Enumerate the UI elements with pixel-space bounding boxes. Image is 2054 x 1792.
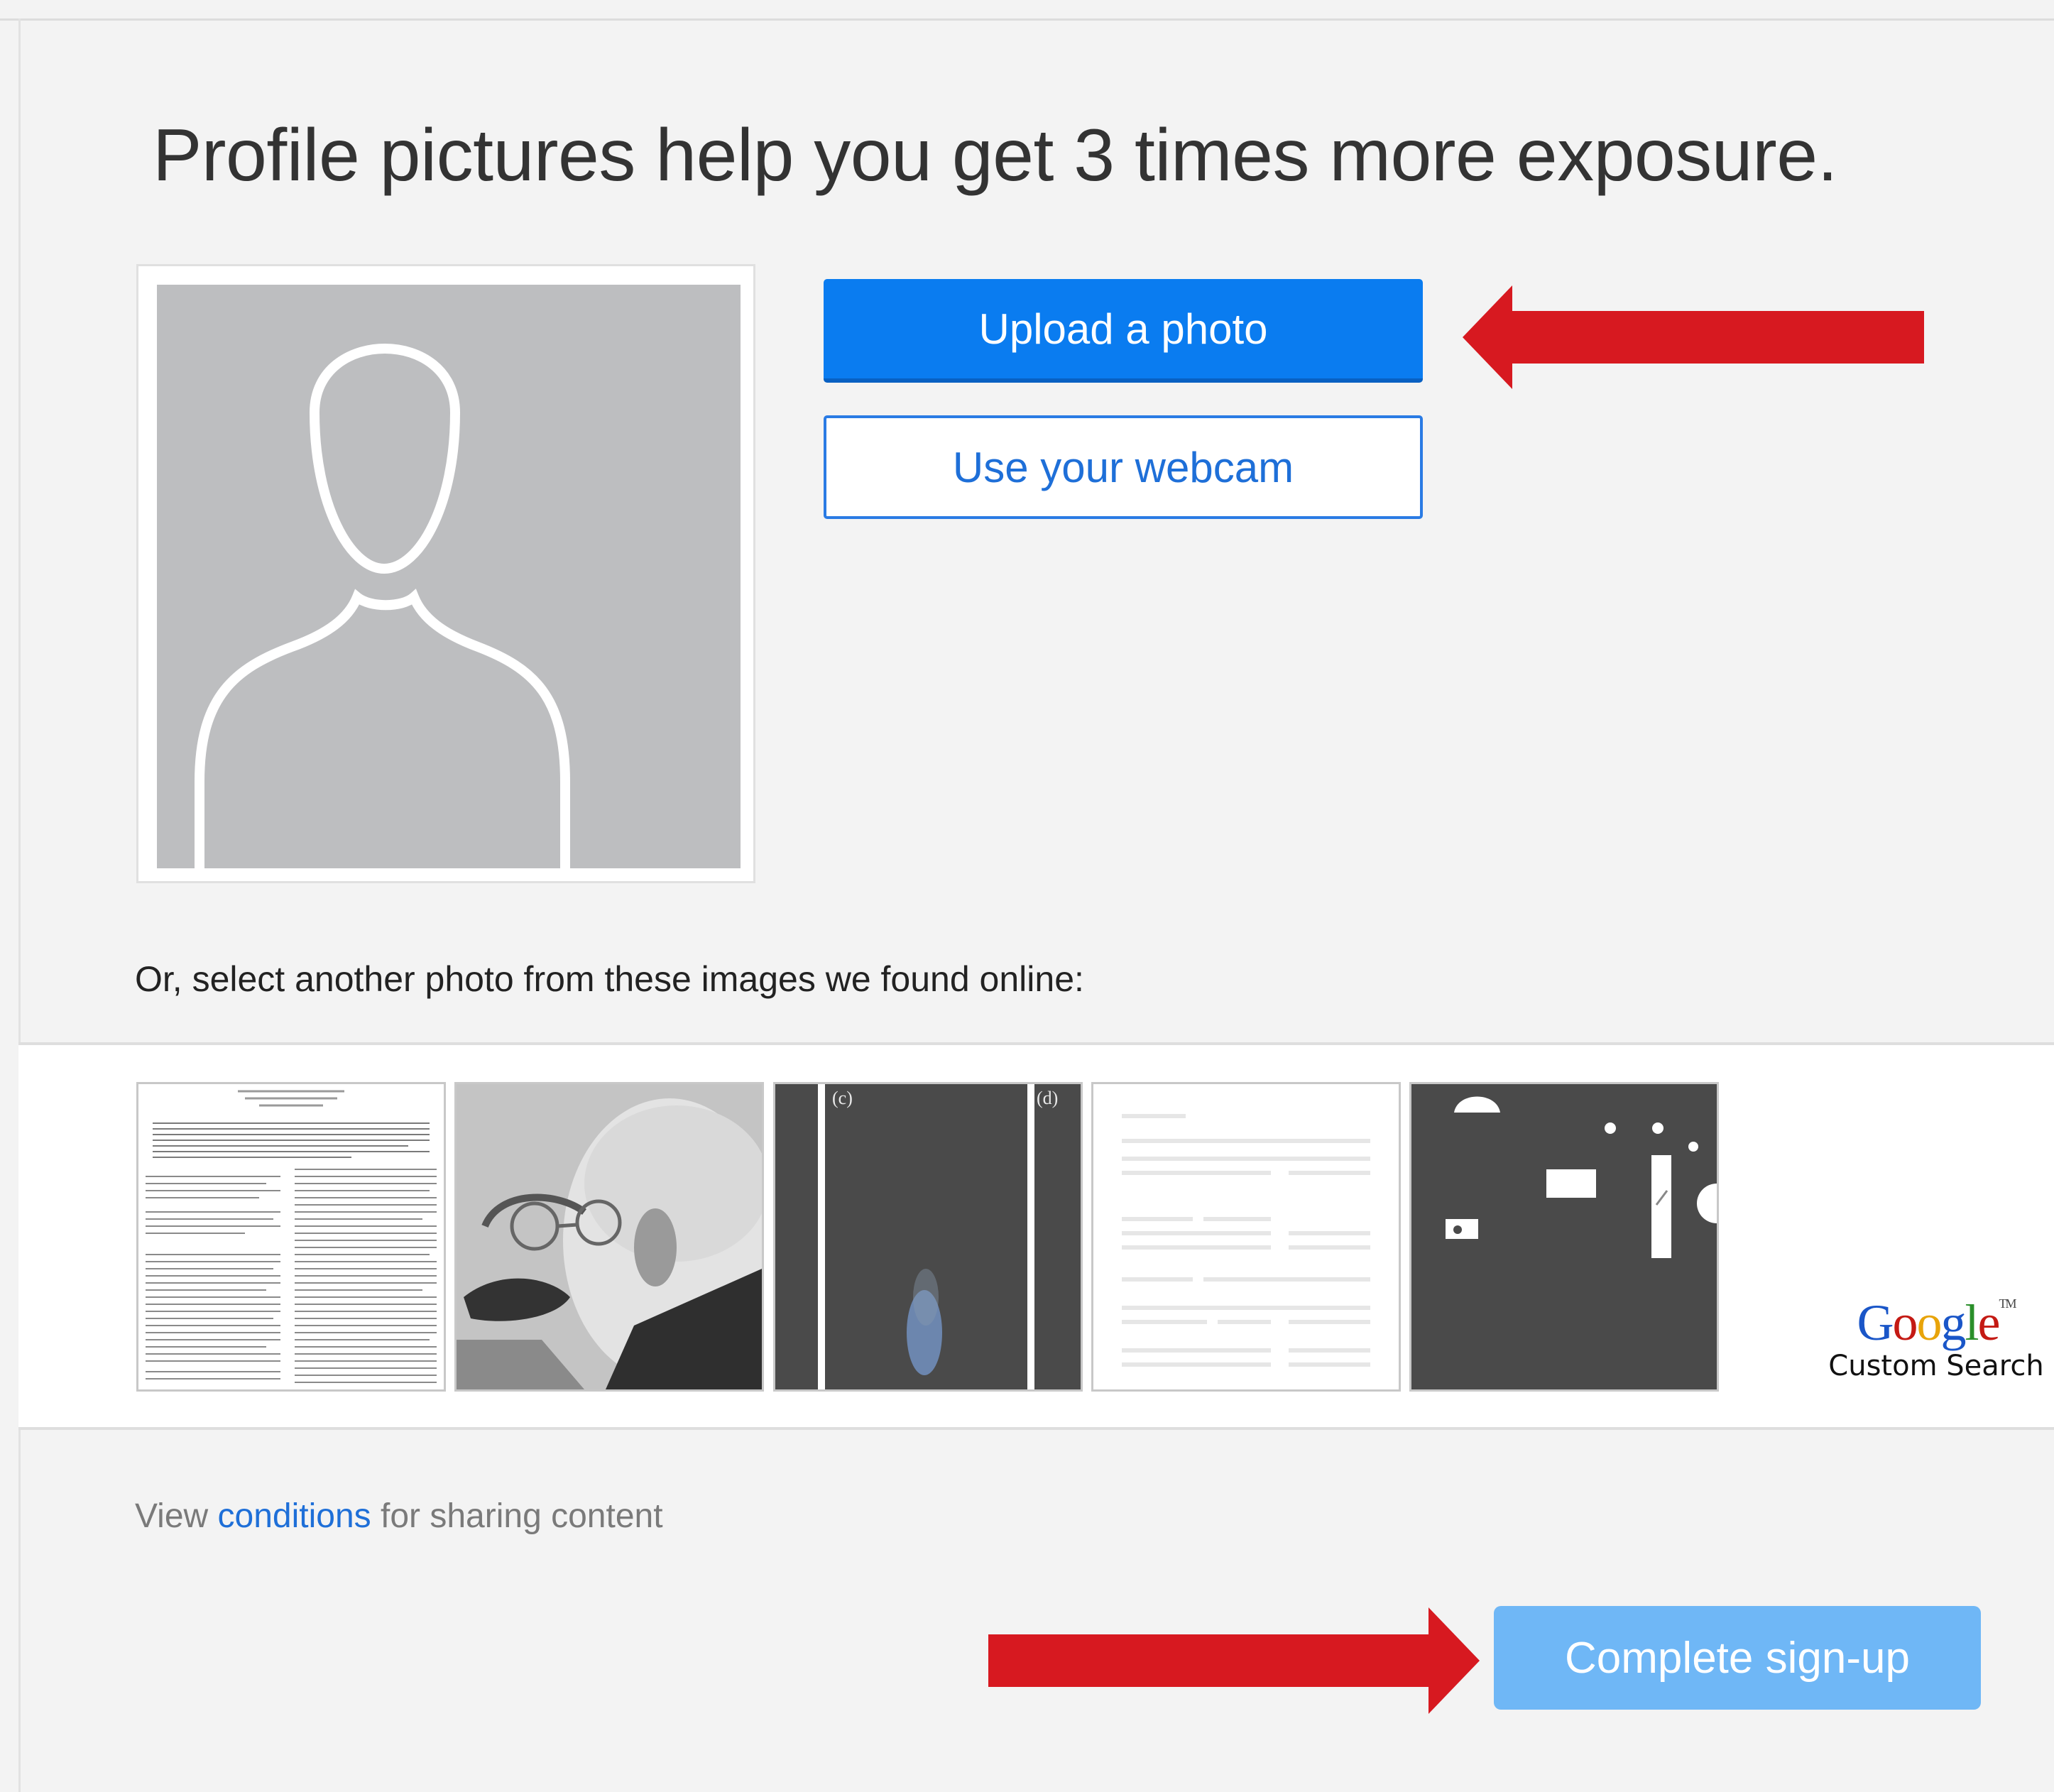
document-page-thumbnail-icon <box>138 1084 444 1389</box>
red-arrow-left-icon <box>1463 285 1924 389</box>
panel-label-c: (c) <box>832 1088 853 1108</box>
suggested-photo-4[interactable] <box>1091 1082 1401 1392</box>
suggested-photos-strip: (c) (d) GoogleTM Custom Search <box>18 1042 2054 1430</box>
conditions-prefix: View <box>135 1497 218 1535</box>
dark-panels-thumbnail-icon: (c) (d) <box>775 1084 1081 1389</box>
suggested-photo-2[interactable] <box>454 1082 764 1392</box>
panel-label-d: (d) <box>1037 1088 1058 1108</box>
blank-form-thumbnail-icon <box>1093 1084 1399 1389</box>
conditions-link[interactable]: conditions <box>218 1497 371 1535</box>
profile-picture-frame <box>136 264 755 883</box>
custom-search-label: Custom Search <box>1828 1350 2044 1382</box>
google-custom-search-badge[interactable]: GoogleTM Custom Search <box>1826 1297 2046 1382</box>
portrait-photo-thumbnail-icon <box>457 1084 762 1389</box>
use-webcam-button[interactable]: Use your webcam <box>824 415 1423 519</box>
suggested-photo-3[interactable]: (c) (d) <box>773 1082 1083 1392</box>
complete-signup-button[interactable]: Complete sign-up <box>1494 1606 1981 1710</box>
upload-photo-button[interactable]: Upload a photo <box>824 279 1423 383</box>
person-silhouette-icon <box>195 344 570 868</box>
left-divider <box>18 18 21 1792</box>
sharing-conditions-note: View conditions for sharing content <box>135 1497 663 1536</box>
suggested-photo-1[interactable] <box>136 1082 446 1392</box>
suggested-photo-5[interactable] <box>1409 1082 1719 1392</box>
google-logo: GoogleTM <box>1857 1294 2017 1351</box>
top-divider <box>0 18 2054 21</box>
dark-diagram-thumbnail-icon <box>1411 1084 1717 1389</box>
conditions-suffix: for sharing content <box>371 1497 663 1535</box>
red-arrow-right-icon <box>988 1607 1480 1714</box>
select-photo-prompt: Or, select another photo from these imag… <box>135 959 1084 999</box>
page-headline: Profile pictures help you get 3 times mo… <box>153 114 1837 197</box>
default-avatar-placeholder <box>157 285 741 868</box>
